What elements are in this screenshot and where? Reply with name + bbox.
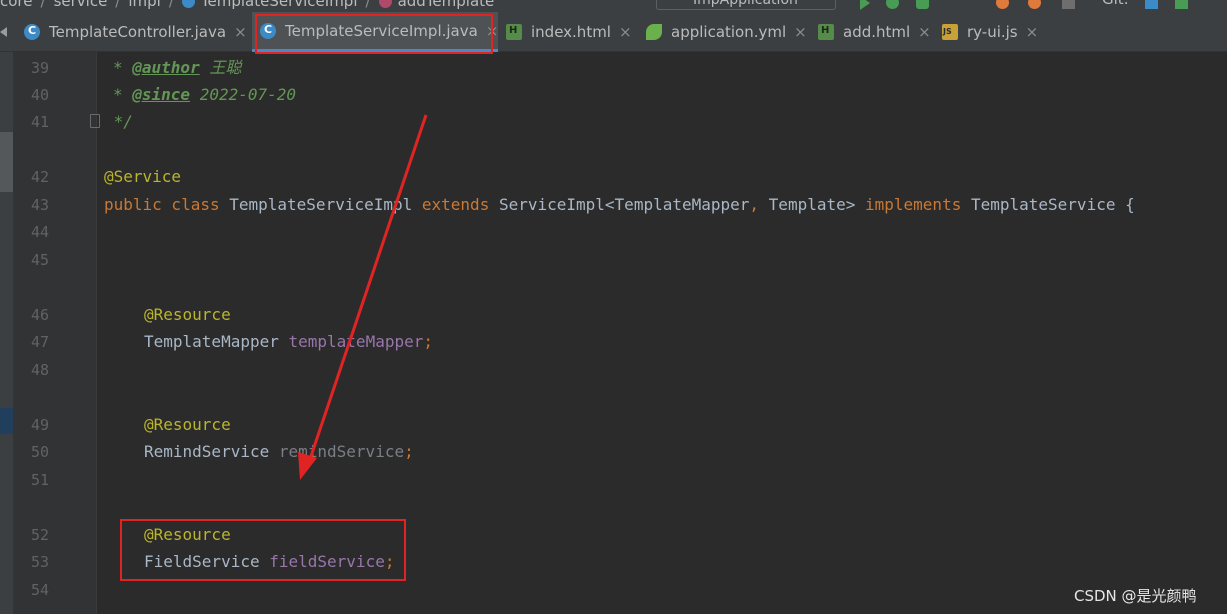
chevron-left-icon	[0, 27, 7, 37]
java-class-icon	[24, 24, 40, 40]
tab-add-html[interactable]: add.html ×	[810, 12, 934, 52]
tab-index-html[interactable]: index.html ×	[498, 12, 638, 52]
code-line-49: @Resource	[144, 415, 231, 434]
close-icon[interactable]: ×	[619, 23, 632, 41]
tab-label: ry-ui.js	[967, 23, 1018, 41]
line-number: 50	[30, 443, 49, 461]
scroll-marker	[0, 408, 13, 434]
html-file-icon	[506, 24, 522, 40]
scroll-marker	[0, 132, 13, 192]
code-line-46: @Resource	[144, 305, 231, 324]
code-line-53: FieldService fieldService;	[144, 552, 395, 571]
code-line-42: @Service	[104, 167, 182, 186]
line-number: 52	[30, 526, 49, 544]
line-number: 45	[30, 251, 49, 269]
code-line-41: */	[104, 112, 133, 131]
code-line-43: public class TemplateServiceImpl extends…	[104, 195, 1135, 214]
tab-template-service-impl[interactable]: TemplateServiceImpl.java ×	[252, 12, 498, 52]
line-number: 42	[30, 168, 49, 186]
tab-label: TemplateController.java	[49, 23, 227, 41]
left-tool-strip	[0, 52, 13, 614]
tab-template-controller[interactable]: TemplateController.java ×	[16, 12, 252, 52]
line-number: 41	[30, 113, 49, 131]
debug-icon[interactable]	[886, 0, 899, 9]
line-number: 47	[30, 333, 49, 351]
js-file-icon	[942, 24, 958, 40]
close-icon[interactable]: ×	[1026, 23, 1039, 41]
breadcrumb-item[interactable]: impl	[128, 0, 160, 10]
java-class-icon	[260, 22, 276, 39]
method-icon	[378, 0, 392, 8]
breadcrumb-bar: core / service / impl / TemplateServiceImpl…	[0, 0, 1227, 12]
close-icon[interactable]: ×	[486, 22, 499, 40]
git-label: Git:	[1102, 0, 1129, 8]
close-icon[interactable]: ×	[234, 23, 247, 41]
tab-label: application.yml	[671, 23, 787, 41]
line-number: 40	[30, 86, 49, 104]
git-update-icon[interactable]	[1145, 0, 1158, 9]
run-config-label: ImpApplication	[693, 0, 798, 8]
close-icon[interactable]: ×	[794, 23, 807, 41]
line-number: 39	[30, 59, 49, 77]
coverage-icon[interactable]	[916, 0, 929, 9]
stop-icon[interactable]	[1062, 0, 1075, 9]
run-config-select[interactable]: ImpApplication	[656, 0, 836, 10]
line-number: 49	[30, 416, 49, 434]
line-number: 46	[30, 306, 49, 324]
tab-label: index.html	[531, 23, 611, 41]
tab-label: add.html	[843, 23, 911, 41]
java-class-icon	[181, 0, 195, 8]
run-icon[interactable]	[860, 0, 870, 10]
breadcrumb-item[interactable]: addTemplate	[398, 0, 495, 10]
line-number: 43	[30, 196, 49, 214]
spring-yml-icon	[646, 24, 662, 40]
attach-icon[interactable]	[1028, 0, 1041, 9]
tab-scroll-left[interactable]	[0, 12, 16, 52]
line-number: 51	[30, 471, 49, 489]
code-line-39: * @author 王聪	[113, 58, 242, 77]
tab-ry-ui-js[interactable]: ry-ui.js ×	[934, 12, 1046, 52]
fold-marker-icon[interactable]	[90, 114, 100, 128]
html-file-icon	[818, 24, 834, 40]
code-line-50: RemindService remindService;	[144, 442, 414, 461]
code-line-40: * @since 2022-07-20	[113, 85, 297, 104]
line-number: 54	[30, 581, 49, 599]
line-number: 53	[30, 553, 49, 571]
git-commit-icon[interactable]	[1175, 0, 1188, 9]
line-number: 44	[30, 223, 49, 241]
breadcrumb-item[interactable]: TemplateServiceImpl	[201, 0, 358, 10]
tab-application-yml[interactable]: application.yml ×	[638, 12, 810, 52]
tab-label: TemplateServiceImpl.java	[285, 21, 478, 40]
profiler-icon[interactable]	[996, 0, 1009, 9]
breadcrumb-item[interactable]: service	[54, 0, 108, 10]
code-line-47: TemplateMapper templateMapper;	[144, 332, 433, 351]
editor-tab-bar: TemplateController.java × TemplateServic…	[0, 12, 1227, 52]
code-line-52: @Resource	[144, 525, 231, 544]
breadcrumb-item[interactable]: core	[0, 0, 33, 10]
close-icon[interactable]: ×	[918, 23, 931, 41]
arrow-shaft	[305, 114, 428, 469]
watermark: CSDN @是光颜鸭	[1074, 587, 1197, 605]
line-number: 48	[30, 361, 49, 379]
